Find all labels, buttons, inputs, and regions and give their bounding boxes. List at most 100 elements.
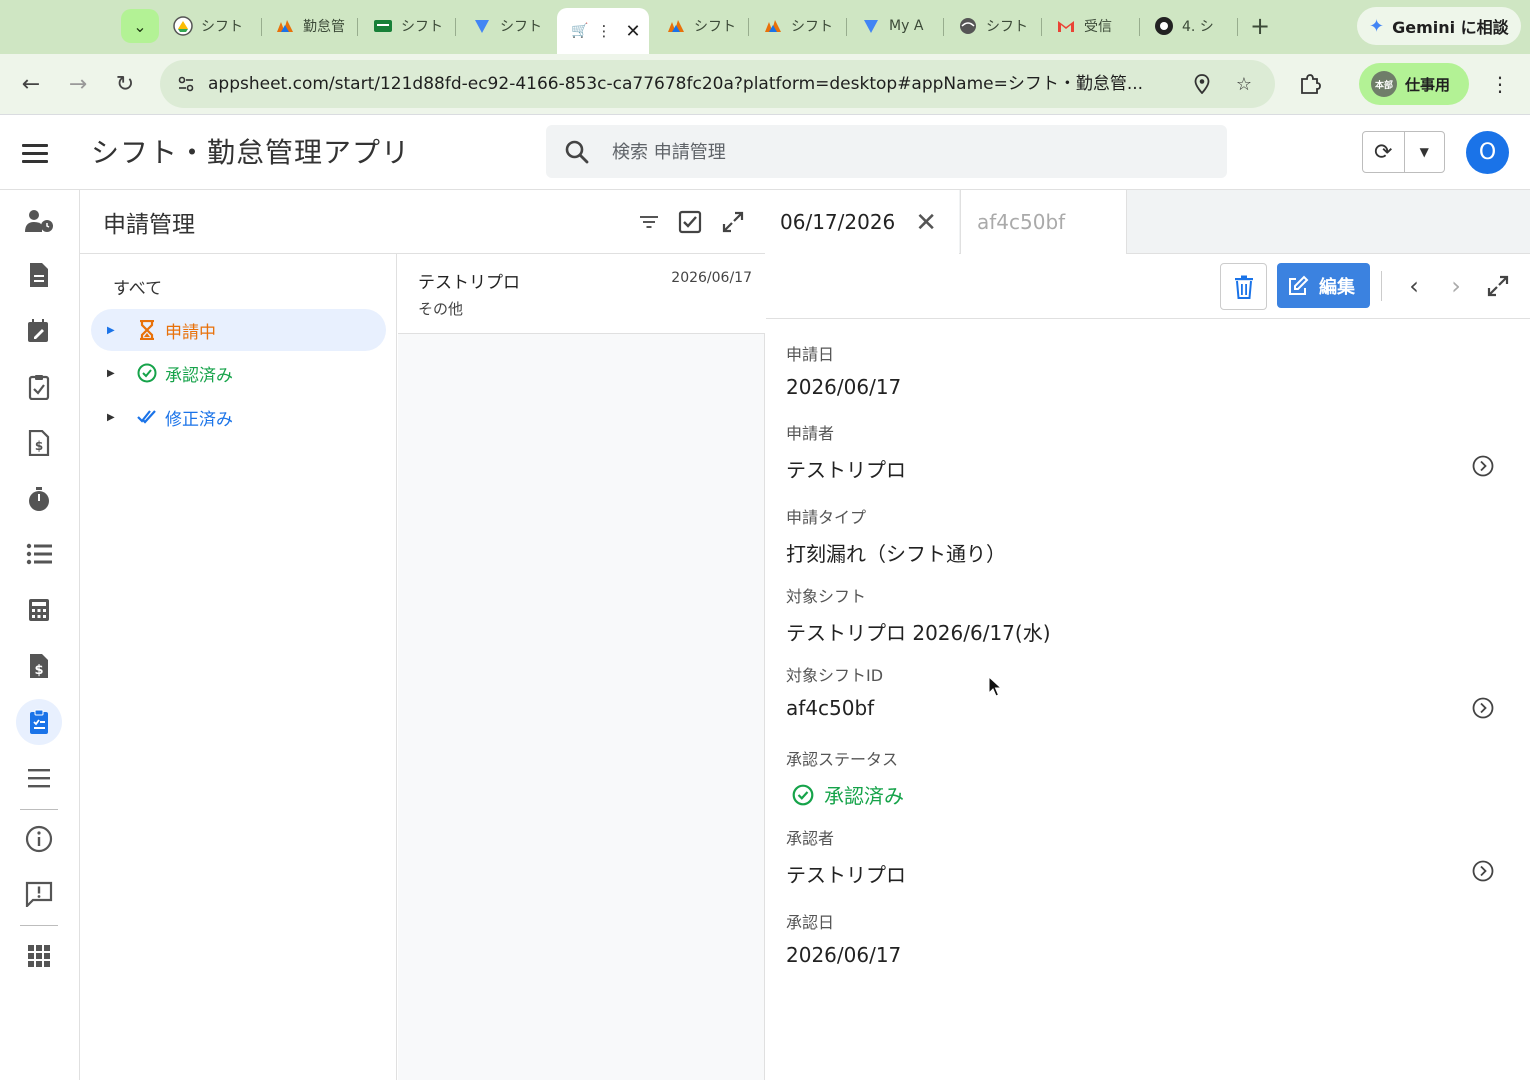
go-to-record-icon[interactable] <box>1472 455 1494 477</box>
close-icon[interactable]: ✕ <box>915 208 937 238</box>
detail-tab-shift-id[interactable]: af4c50bf <box>960 190 1127 254</box>
clipboard-check-icon[interactable] <box>16 364 62 410</box>
tab-separator <box>846 18 847 36</box>
group-approved[interactable]: ▶ 承認済み <box>91 352 386 394</box>
tab-separator <box>455 18 456 36</box>
trash-icon <box>1234 275 1253 299</box>
field-application-type: 申請タイプ 打刻漏れ（シフト通り） <box>786 504 1506 567</box>
clipboard-list-icon[interactable] <box>16 699 62 745</box>
row-name: テストリプロ <box>418 273 520 293</box>
check-circle-icon <box>133 363 161 383</box>
delete-button[interactable] <box>1220 263 1267 310</box>
browser-tab-1[interactable]: シフト <box>173 10 253 42</box>
select-checkbox-icon[interactable] <box>677 209 703 235</box>
view-header: 申請管理 <box>80 190 765 254</box>
group-pending[interactable]: ▶ 申請中 <box>91 309 386 351</box>
detail-actions: 編集 ‹ › <box>766 254 1530 319</box>
document-icon[interactable] <box>16 252 62 298</box>
menu-lines-icon[interactable] <box>16 755 62 801</box>
field-value: テストリプロ <box>786 863 906 887</box>
group-revised[interactable]: ▶ 修正済み <box>91 396 386 438</box>
reload-icon[interactable]: ↻ <box>109 68 141 100</box>
info-icon[interactable] <box>16 816 62 862</box>
sync-dropdown-caret-icon[interactable]: ▼ <box>1405 132 1445 172</box>
group-label: 修正済み <box>165 409 233 430</box>
expand-caret-icon[interactable]: ▶ <box>107 325 133 336</box>
browser-tab-label: 勤怠管 <box>303 19 345 35</box>
list-icon[interactable] <box>16 531 62 577</box>
appsheet-icon <box>275 16 295 36</box>
browser-tab-10[interactable]: 4. シ <box>1154 10 1229 42</box>
field-value: テストリプロ <box>786 458 906 482</box>
filter-icon[interactable] <box>636 209 662 235</box>
sync-icon[interactable]: ⟳ <box>1363 132 1405 172</box>
hamburger-menu-icon[interactable] <box>22 137 54 169</box>
browser-tab-7[interactable]: My A <box>861 10 936 42</box>
edit-pencil-icon <box>1289 275 1309 295</box>
search-input[interactable] <box>612 137 1192 167</box>
sync-control: ⟳ ▼ <box>1362 131 1445 173</box>
browser-tab-3[interactable]: シフト <box>373 10 448 42</box>
location-pin-icon[interactable] <box>1190 72 1214 96</box>
browser-tab-label: シフト <box>201 19 243 35</box>
field-label: 対象シフト <box>786 587 867 606</box>
user-avatar[interactable]: O <box>1466 131 1509 174</box>
tab-separator <box>261 18 262 36</box>
field-approval-date: 承認日 2026/06/17 <box>786 909 1506 967</box>
tab-search-chevron-icon[interactable]: ⌄ <box>121 9 159 43</box>
group-all[interactable]: すべて <box>113 274 162 299</box>
apps-grid-icon[interactable] <box>16 933 62 979</box>
field-value: 打刻漏れ（シフト通り） <box>786 542 1006 566</box>
stopwatch-icon[interactable] <box>16 476 62 522</box>
browser-tab-active[interactable]: 🛒 ⋮ ✕ <box>557 8 649 54</box>
browser-tab-6[interactable]: シフト <box>763 10 838 42</box>
browser-menu-icon[interactable]: ⋮ <box>1488 68 1512 100</box>
tab-menu-icon[interactable]: ⋮ <box>596 22 611 40</box>
extensions-puzzle-icon[interactable] <box>1294 68 1326 100</box>
forms-icon <box>861 16 881 36</box>
dollar-file-icon[interactable]: $ <box>16 643 62 689</box>
previous-record-icon[interactable]: ‹ <box>1399 270 1429 302</box>
gemini-button[interactable]: ✦ Gemini に相談 <box>1357 7 1521 45</box>
invoice-icon[interactable]: $ <box>16 420 62 466</box>
browser-tab-4[interactable]: シフト <box>472 10 547 42</box>
address-bar[interactable]: appsheet.com/start/121d88fd-ec92-4166-85… <box>160 60 1275 108</box>
expand-icon[interactable] <box>720 209 746 235</box>
field-label: 承認ステータス <box>786 750 899 769</box>
action-divider <box>1381 271 1382 301</box>
group-panel: すべて ▶ 申請中 ▶ 承認済み ▶ 修正済み <box>80 254 397 1080</box>
calendar-edit-icon[interactable] <box>16 308 62 354</box>
expand-caret-icon[interactable]: ▶ <box>107 412 133 423</box>
tab-separator <box>1237 18 1238 36</box>
appsheet-icon <box>666 16 686 36</box>
detail-tab-label: 06/17/2026 <box>780 210 896 234</box>
back-arrow-icon[interactable]: ← <box>15 68 47 100</box>
expand-caret-icon[interactable]: ▶ <box>107 368 133 379</box>
forward-arrow-icon[interactable]: → <box>62 68 94 100</box>
tab-separator <box>1041 18 1042 36</box>
calculator-icon[interactable] <box>16 587 62 633</box>
bookmark-star-icon[interactable]: ☆ <box>1232 72 1256 96</box>
go-to-record-icon[interactable] <box>1472 697 1494 719</box>
field-label: 申請者 <box>786 424 835 443</box>
url-text[interactable]: appsheet.com/start/121d88fd-ec92-4166-85… <box>208 60 1168 108</box>
feedback-icon[interactable] <box>16 871 62 917</box>
gemini-sparkle-icon: ✦ <box>1369 15 1385 37</box>
list-item[interactable]: テストリプロ その他 2026/06/17 <box>398 254 765 334</box>
site-settings-icon[interactable] <box>170 68 202 100</box>
expand-detail-icon[interactable] <box>1483 270 1513 302</box>
browser-tab-9[interactable]: 受信 <box>1056 10 1131 42</box>
detail-tab-date[interactable]: 06/17/2026 ✕ <box>766 190 959 254</box>
next-record-icon[interactable]: › <box>1441 270 1471 302</box>
staff-icon[interactable] <box>16 198 62 244</box>
profile-chip[interactable]: 本部 仕事用 <box>1359 63 1469 105</box>
browser-tab-5[interactable]: シフト <box>666 10 741 42</box>
browser-tab-2[interactable]: 勤怠管 <box>275 10 350 42</box>
close-tab-icon[interactable]: ✕ <box>625 21 640 42</box>
edit-button[interactable]: 編集 <box>1277 263 1370 308</box>
field-label: 申請日 <box>786 345 835 364</box>
new-tab-plus-icon[interactable]: + <box>1248 12 1272 40</box>
browser-tab-8[interactable]: シフト <box>958 10 1033 42</box>
go-to-record-icon[interactable] <box>1472 860 1494 882</box>
search-box[interactable] <box>546 125 1227 178</box>
